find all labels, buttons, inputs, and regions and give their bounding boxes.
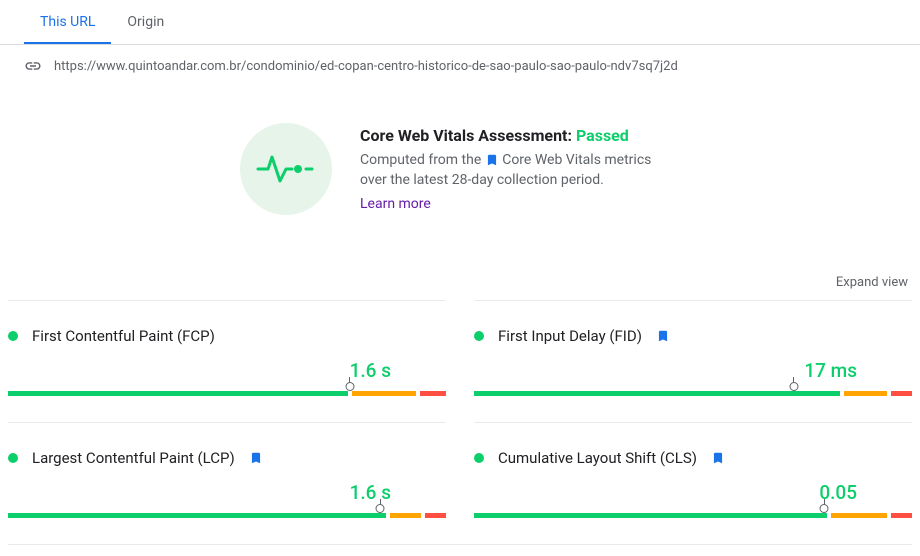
metric-name: Largest Contentful Paint (LCP) bbox=[32, 449, 235, 467]
metric-name: Cumulative Layout Shift (CLS) bbox=[498, 449, 697, 467]
metrics-divider bbox=[8, 544, 912, 545]
metric-value: 0.05 bbox=[474, 481, 912, 504]
learn-more-link[interactable]: Learn more bbox=[360, 196, 680, 212]
metrics-grid: First Contentful Paint (FCP) 1.6 s First I… bbox=[0, 300, 920, 544]
gauge-segment bbox=[831, 513, 887, 518]
pulse-icon bbox=[254, 149, 318, 189]
metric-header: First Contentful Paint (FCP) bbox=[8, 327, 446, 345]
link-icon bbox=[24, 57, 42, 75]
url-text: https://www.quintoandar.com.br/condomini… bbox=[54, 59, 678, 74]
metric-gauge bbox=[474, 508, 912, 522]
assessment-title-prefix: Core Web Vitals Assessment: bbox=[360, 126, 576, 145]
assessment-text: Core Web Vitals Assessment: Passed Compu… bbox=[360, 126, 680, 212]
bookmark-icon bbox=[249, 451, 263, 465]
metric-header: Largest Contentful Paint (LCP) bbox=[8, 449, 446, 467]
metric-card: First Input Delay (FID) 17 ms bbox=[474, 300, 912, 422]
status-dot bbox=[8, 331, 18, 341]
gauge-segment bbox=[844, 391, 887, 396]
gauge-marker bbox=[789, 382, 798, 391]
gauge-segment bbox=[891, 391, 912, 396]
bookmark-icon bbox=[485, 153, 499, 167]
metric-value: 1.6 s bbox=[8, 359, 446, 382]
status-dot bbox=[474, 453, 484, 463]
assessment-description: Computed from the Core Web Vitals metric… bbox=[360, 151, 680, 190]
metric-header: Cumulative Layout Shift (CLS) bbox=[474, 449, 912, 467]
bookmark-icon bbox=[711, 451, 725, 465]
assessment-status: Passed bbox=[576, 126, 629, 145]
gauge-segment bbox=[390, 513, 420, 518]
gauge-segment bbox=[474, 513, 827, 518]
gauge-marker bbox=[376, 504, 385, 513]
assessment-panel: Core Web Vitals Assessment: Passed Compu… bbox=[0, 87, 920, 275]
tab-origin[interactable]: Origin bbox=[111, 0, 180, 44]
tabs-bar: This URL Origin bbox=[0, 0, 920, 45]
gauge-segment bbox=[891, 513, 912, 518]
metric-value: 17 ms bbox=[474, 359, 912, 382]
tab-this-url[interactable]: This URL bbox=[24, 0, 111, 44]
metric-header: First Input Delay (FID) bbox=[474, 327, 912, 345]
metric-gauge bbox=[8, 508, 446, 522]
metric-name: First Input Delay (FID) bbox=[498, 327, 642, 345]
url-row: https://www.quintoandar.com.br/condomini… bbox=[0, 45, 920, 87]
pulse-icon-circle bbox=[240, 123, 332, 215]
status-dot bbox=[8, 453, 18, 463]
assessment-desc-prefix: Computed from the bbox=[360, 152, 485, 168]
gauge-marker bbox=[345, 382, 354, 391]
gauge-bar bbox=[8, 513, 446, 518]
gauge-segment bbox=[420, 391, 446, 396]
metric-card: Largest Contentful Paint (LCP)1.6 s bbox=[8, 422, 446, 544]
assessment-title: Core Web Vitals Assessment: Passed bbox=[360, 126, 680, 145]
gauge-marker bbox=[820, 504, 829, 513]
expand-view-link[interactable]: Expand view bbox=[836, 275, 908, 290]
gauge-segment bbox=[474, 391, 840, 396]
gauge-bar bbox=[8, 391, 446, 396]
metric-gauge bbox=[8, 386, 446, 400]
metric-gauge bbox=[474, 386, 912, 400]
gauge-bar bbox=[474, 513, 912, 518]
expand-view-row: Expand view bbox=[0, 275, 920, 300]
metric-name: First Contentful Paint (FCP) bbox=[32, 327, 215, 345]
gauge-segment bbox=[8, 391, 348, 396]
bookmark-icon bbox=[656, 329, 670, 343]
gauge-segment bbox=[352, 391, 417, 396]
gauge-segment bbox=[8, 513, 386, 518]
gauge-bar bbox=[474, 391, 912, 396]
status-dot bbox=[474, 331, 484, 341]
gauge-segment bbox=[425, 513, 446, 518]
metric-card: First Contentful Paint (FCP) 1.6 s bbox=[8, 300, 446, 422]
metric-card: Cumulative Layout Shift (CLS) 0.05 bbox=[474, 422, 912, 544]
